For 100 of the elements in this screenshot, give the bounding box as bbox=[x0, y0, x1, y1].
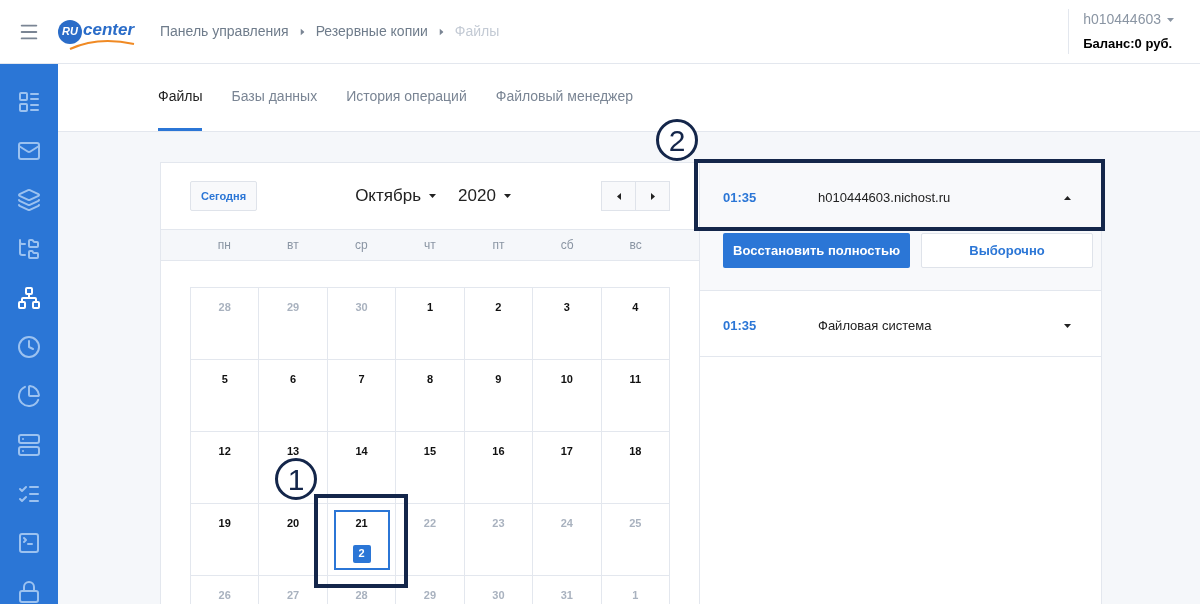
day-number: 19 bbox=[218, 516, 231, 531]
day-number: 28 bbox=[218, 300, 231, 315]
day-cell[interactable]: 15 bbox=[396, 432, 465, 504]
weekday-label: сб bbox=[559, 237, 575, 254]
day-number: 21 bbox=[355, 516, 368, 531]
day-cell[interactable]: 1 bbox=[396, 288, 465, 360]
day-number: 5 bbox=[221, 372, 228, 387]
balance: Баланс:0 руб. bbox=[1083, 35, 1174, 54]
breadcrumb[interactable]: Резервные копии bbox=[315, 21, 428, 42]
annotation-marker: 2 bbox=[656, 119, 698, 161]
day-number: 1 bbox=[426, 300, 434, 315]
day-number: 6 bbox=[290, 372, 297, 387]
caret-icon bbox=[429, 194, 437, 198]
network-icon[interactable] bbox=[17, 286, 41, 310]
day-number: 30 bbox=[355, 300, 368, 315]
day-number: 22 bbox=[423, 516, 437, 531]
breadcrumb: Файлы bbox=[454, 22, 500, 41]
day-number: 14 bbox=[355, 444, 368, 459]
day-number: 10 bbox=[560, 372, 573, 387]
tab[interactable]: Базы данных bbox=[231, 64, 318, 131]
day-number: 28 bbox=[355, 588, 368, 603]
day-cell[interactable]: 20 bbox=[259, 504, 328, 576]
day-number: 8 bbox=[426, 372, 434, 387]
today-button[interactable]: Сегодня bbox=[190, 181, 258, 211]
caret-down-icon bbox=[1064, 324, 1071, 328]
day-cell[interactable]: 12 bbox=[191, 432, 260, 504]
day-cell[interactable]: 19 bbox=[191, 504, 260, 576]
weekday-label: пн bbox=[216, 237, 232, 254]
mail-icon[interactable] bbox=[17, 139, 41, 163]
day-cell[interactable]: 7 bbox=[327, 360, 397, 432]
day-cell[interactable]: 8 bbox=[396, 360, 465, 432]
caret-icon bbox=[1167, 17, 1174, 22]
day-number: 17 bbox=[560, 444, 573, 459]
day-cell[interactable]: 9 bbox=[464, 360, 534, 432]
year-select[interactable]: 2020 bbox=[458, 183, 496, 209]
month-select[interactable]: Октябрь bbox=[355, 183, 422, 209]
backup-time: 01:35 bbox=[723, 189, 758, 208]
layers-icon[interactable] bbox=[17, 188, 41, 212]
day-cell[interactable]: 14 bbox=[327, 432, 397, 504]
day-number: 9 bbox=[495, 372, 502, 387]
tab[interactable]: Файловый менеджер bbox=[495, 64, 634, 131]
backup-row[interactable]: 01:35 h010444603.nichost.ru bbox=[705, 168, 1096, 228]
selective-button[interactable]: Выборочно bbox=[921, 233, 1093, 268]
terminal-icon[interactable] bbox=[17, 531, 41, 555]
day-number: 26 bbox=[218, 588, 231, 603]
caret-icon bbox=[503, 194, 511, 198]
day-number: 23 bbox=[492, 516, 505, 531]
day-cell[interactable]: 21 2 bbox=[327, 504, 397, 576]
day-cell[interactable]: 10 bbox=[533, 360, 602, 432]
day-cell[interactable]: 5 bbox=[191, 360, 260, 432]
tab[interactable]: Файлы bbox=[158, 64, 203, 131]
day-cell[interactable]: 4 bbox=[601, 288, 670, 360]
weekday-label: вс bbox=[628, 237, 643, 254]
day-number: 16 bbox=[492, 444, 505, 459]
day-number: 13 bbox=[287, 444, 300, 459]
day-cell[interactable]: 2 bbox=[464, 288, 534, 360]
weekday-label: вт bbox=[286, 237, 300, 254]
day-number: 31 bbox=[560, 588, 573, 603]
clock-icon[interactable] bbox=[17, 335, 41, 359]
caret-right-icon bbox=[650, 192, 655, 200]
day-cell[interactable]: 3 bbox=[533, 288, 602, 360]
day-cell[interactable]: 16 bbox=[464, 432, 534, 504]
backup-name: h010444603.nichost.ru bbox=[818, 189, 951, 208]
pie-chart-icon[interactable] bbox=[17, 384, 41, 408]
logo[interactable]: RU center bbox=[58, 11, 138, 52]
day-cell[interactable]: 6 bbox=[259, 360, 328, 432]
weekday-label: ср bbox=[354, 237, 369, 254]
day-number: 11 bbox=[629, 372, 642, 387]
day-cell[interactable]: 17 bbox=[533, 432, 602, 504]
weekday-label: пт bbox=[491, 237, 506, 254]
day-number: 20 bbox=[287, 516, 300, 531]
day-number: 27 bbox=[287, 588, 300, 603]
day-number: 3 bbox=[563, 300, 570, 315]
restore-button[interactable]: Восстановить полностью bbox=[723, 233, 910, 268]
lock-icon[interactable] bbox=[17, 580, 41, 604]
server-icon[interactable] bbox=[17, 433, 41, 457]
day-number: 2 bbox=[495, 300, 502, 315]
day-number: 7 bbox=[358, 372, 365, 387]
day-number: 29 bbox=[287, 300, 300, 315]
day-number: 29 bbox=[423, 588, 437, 603]
caret-up-icon bbox=[1064, 196, 1071, 200]
backup-count-badge: 2 bbox=[352, 544, 371, 563]
day-number: 24 bbox=[560, 516, 573, 531]
folder-icon[interactable] bbox=[17, 237, 41, 261]
tab[interactable]: История операций bbox=[346, 64, 467, 131]
backup-row[interactable]: 01:35 Файловая система bbox=[705, 296, 1096, 356]
weekday-label: чт bbox=[423, 237, 437, 254]
day-number: 4 bbox=[632, 300, 639, 315]
day-cell[interactable]: 18 bbox=[601, 432, 670, 504]
backup-name: Файловая система bbox=[818, 317, 932, 336]
day-number: 1 bbox=[632, 588, 639, 603]
day-number: 25 bbox=[629, 516, 642, 531]
list-icon[interactable] bbox=[17, 90, 41, 114]
chevron-icon bbox=[300, 28, 305, 35]
day-number: 18 bbox=[629, 444, 642, 459]
day-number: 15 bbox=[423, 444, 437, 459]
day-number: 12 bbox=[218, 444, 231, 459]
breadcrumb[interactable]: Панель управления bbox=[160, 21, 289, 42]
backup-time: 01:35 bbox=[723, 317, 758, 336]
day-cell[interactable]: 11 bbox=[601, 360, 670, 432]
